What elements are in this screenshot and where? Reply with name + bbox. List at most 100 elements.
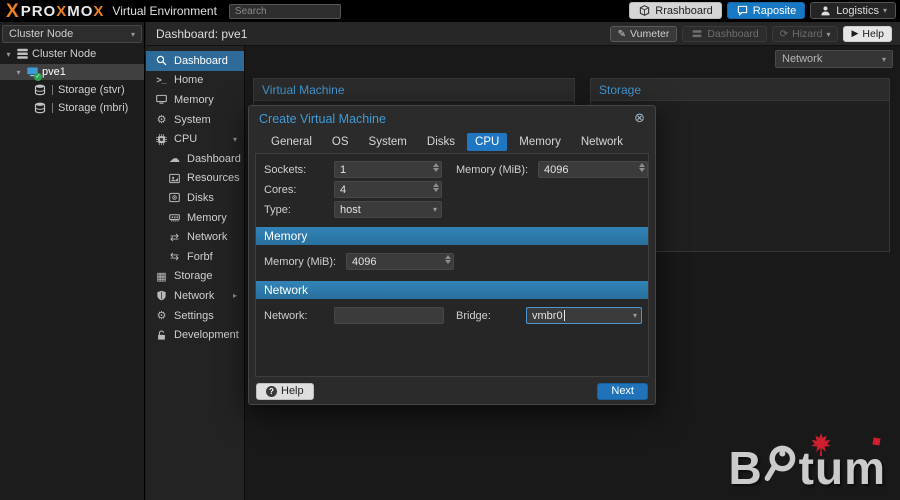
nav-item-cpu-resources[interactable]: Resources (146, 169, 244, 189)
dialog-tabs: General OS System Disks CPU Memory Netwo… (249, 131, 655, 155)
tree-item-storage-stvr[interactable]: Storage (stvr) (0, 82, 144, 98)
memory-mib-input[interactable]: 4096 (346, 253, 454, 270)
help-button[interactable]: ▶ Help (843, 26, 892, 42)
divider (52, 103, 53, 113)
watermark-text: B (728, 442, 763, 494)
nav-label: Network (187, 231, 228, 244)
nav-item-network[interactable]: Network ▸ (146, 286, 244, 306)
tab-disks[interactable]: Disks (419, 133, 463, 151)
nav-item-dashboard[interactable]: Dashboard (146, 51, 244, 71)
tree-view-selector[interactable]: Cluster Node ▾ (2, 25, 142, 43)
tree-item-pve1[interactable]: ▾ ✓ pve1 (0, 64, 144, 81)
spinner-buttons[interactable] (445, 255, 451, 264)
nav-item-cpu-dashboard[interactable]: ☁ Dashboard (146, 149, 244, 169)
nav-item-home[interactable]: >_ Home (146, 71, 244, 91)
tab-general[interactable]: General (263, 133, 320, 151)
tree-item-label: Cluster Node (32, 48, 97, 60)
nav-item-settings[interactable]: ⚙ Settings (146, 306, 244, 326)
chevron-down-icon: ▾ (882, 6, 887, 15)
storage-grid-icon: ▦ (156, 269, 167, 283)
logistics-button[interactable]: Logistics ▾ (810, 2, 896, 19)
memory-mib-label: Memory (MiB): (264, 255, 337, 268)
type-select[interactable]: host ▾ (334, 201, 442, 218)
nav-item-cpu-network[interactable]: ⇄ Network (146, 227, 244, 247)
expander-icon[interactable]: ▾ (14, 68, 23, 77)
dialog-help-label: Help (281, 385, 304, 397)
tree-item-label: pve1 (42, 66, 66, 78)
rrashboard-button[interactable]: Rrashboard (629, 2, 722, 19)
proxmox-app: X PROXMOX Virtual Environment Rrashboard… (0, 0, 900, 500)
dialog-footer: ? Help Next (249, 378, 655, 404)
tree-item-cluster[interactable]: ▾ Cluster Node (0, 46, 144, 62)
shield-icon (155, 290, 168, 301)
rrashboard-label: Rrashboard (655, 4, 713, 17)
content-header: Dashboard: pve1 ✎ Vumeter Dashboard ⟳ Hi… (146, 22, 900, 46)
tab-os[interactable]: OS (324, 133, 357, 151)
nav-item-cpu-memory[interactable]: Memory (146, 208, 244, 228)
dialog-titlebar[interactable]: Create Virtual Machine ⊗ (249, 106, 655, 131)
tab-system[interactable]: System (361, 133, 415, 151)
nav-label: Home (174, 74, 204, 87)
storage-panel-header: Storage (591, 79, 889, 101)
cores-label: Cores: (264, 183, 297, 196)
tab-network[interactable]: Network (573, 133, 631, 151)
spinner-buttons[interactable] (433, 183, 439, 192)
network-view-select[interactable]: Network ▾ (775, 50, 893, 68)
gear-icon: ⚙ (156, 309, 167, 323)
sockets-label: Sockets: (264, 163, 307, 176)
disk-icon (168, 192, 181, 203)
bridge-dropdown: vmbr0 vmbr1 (532, 376, 648, 377)
next-button[interactable]: Next (597, 382, 648, 400)
nav-sidebar: Dashboard >_ Home Memory ⚙ System CPU ▾ … (146, 46, 245, 500)
cloud-icon: ☁ (169, 152, 180, 166)
hizard-button[interactable]: ⟳ Hizard ▾ (771, 26, 839, 42)
nav-item-cpu-forbf[interactable]: ⇆ Forbf (146, 247, 244, 267)
pencil-icon: ✎ (617, 28, 627, 40)
network-input[interactable] (334, 307, 444, 324)
help-label: Help (862, 28, 884, 40)
magnifier-o-icon (764, 444, 798, 488)
chevron-down-icon: ▾ (826, 29, 831, 39)
database-icon (34, 102, 47, 114)
type-label: Type: (264, 203, 291, 216)
nav-item-cpu-disks[interactable]: Disks (146, 188, 244, 208)
tree-item-storage-mbri[interactable]: Storage (mbri) (0, 100, 144, 116)
dialog-help-button[interactable]: ? Help (256, 382, 314, 400)
nav-label: Memory (187, 211, 227, 224)
chevron-down-icon: ▾ (632, 311, 637, 320)
spinner-buttons[interactable] (433, 163, 439, 172)
proxmox-logo: X PROXMOX (6, 2, 104, 21)
memory-mib-value: 4096 (352, 255, 377, 268)
question-icon: ? (266, 385, 277, 397)
nav-item-development[interactable]: Development (146, 325, 244, 345)
image-icon (168, 173, 181, 184)
unlock-icon (155, 330, 168, 341)
vumeter-button[interactable]: ✎ Vumeter (609, 26, 678, 42)
nav-item-storage[interactable]: ▦ Storage (146, 267, 244, 287)
memory-value: 4096 (544, 163, 569, 176)
sockets-input[interactable]: 1 (334, 161, 442, 178)
memory-section-header: Memory (256, 227, 648, 245)
spinner-buttons[interactable] (639, 163, 645, 172)
red-dot (872, 437, 881, 446)
memory-input[interactable]: 4096 (538, 161, 648, 178)
cores-input[interactable]: 4 (334, 181, 442, 198)
tree-item-label: Storage (mbri) (58, 102, 129, 114)
raposite-button[interactable]: Raposite (726, 2, 806, 19)
bridge-combo[interactable]: vmbr0 ▾ (526, 307, 642, 324)
dialog-title: Create Virtual Machine (259, 111, 386, 126)
nav-item-system[interactable]: ⚙ System (146, 110, 244, 130)
expander-icon[interactable]: ▾ (4, 50, 13, 59)
nav-label: Memory (174, 93, 214, 106)
dashboard-button[interactable]: Dashboard (682, 26, 767, 42)
cores-value: 4 (340, 183, 347, 196)
tab-cpu[interactable]: CPU (467, 133, 508, 151)
nav-item-cpu[interactable]: CPU ▾ (146, 129, 244, 149)
nav-label: Storage (174, 270, 213, 283)
type-value: host (340, 203, 361, 216)
nav-item-memory[interactable]: Memory (146, 90, 244, 110)
close-icon[interactable]: ⊗ (634, 112, 645, 125)
tab-memory[interactable]: Memory (511, 133, 569, 151)
search-input[interactable] (228, 3, 341, 19)
section-title: Network (264, 283, 309, 297)
